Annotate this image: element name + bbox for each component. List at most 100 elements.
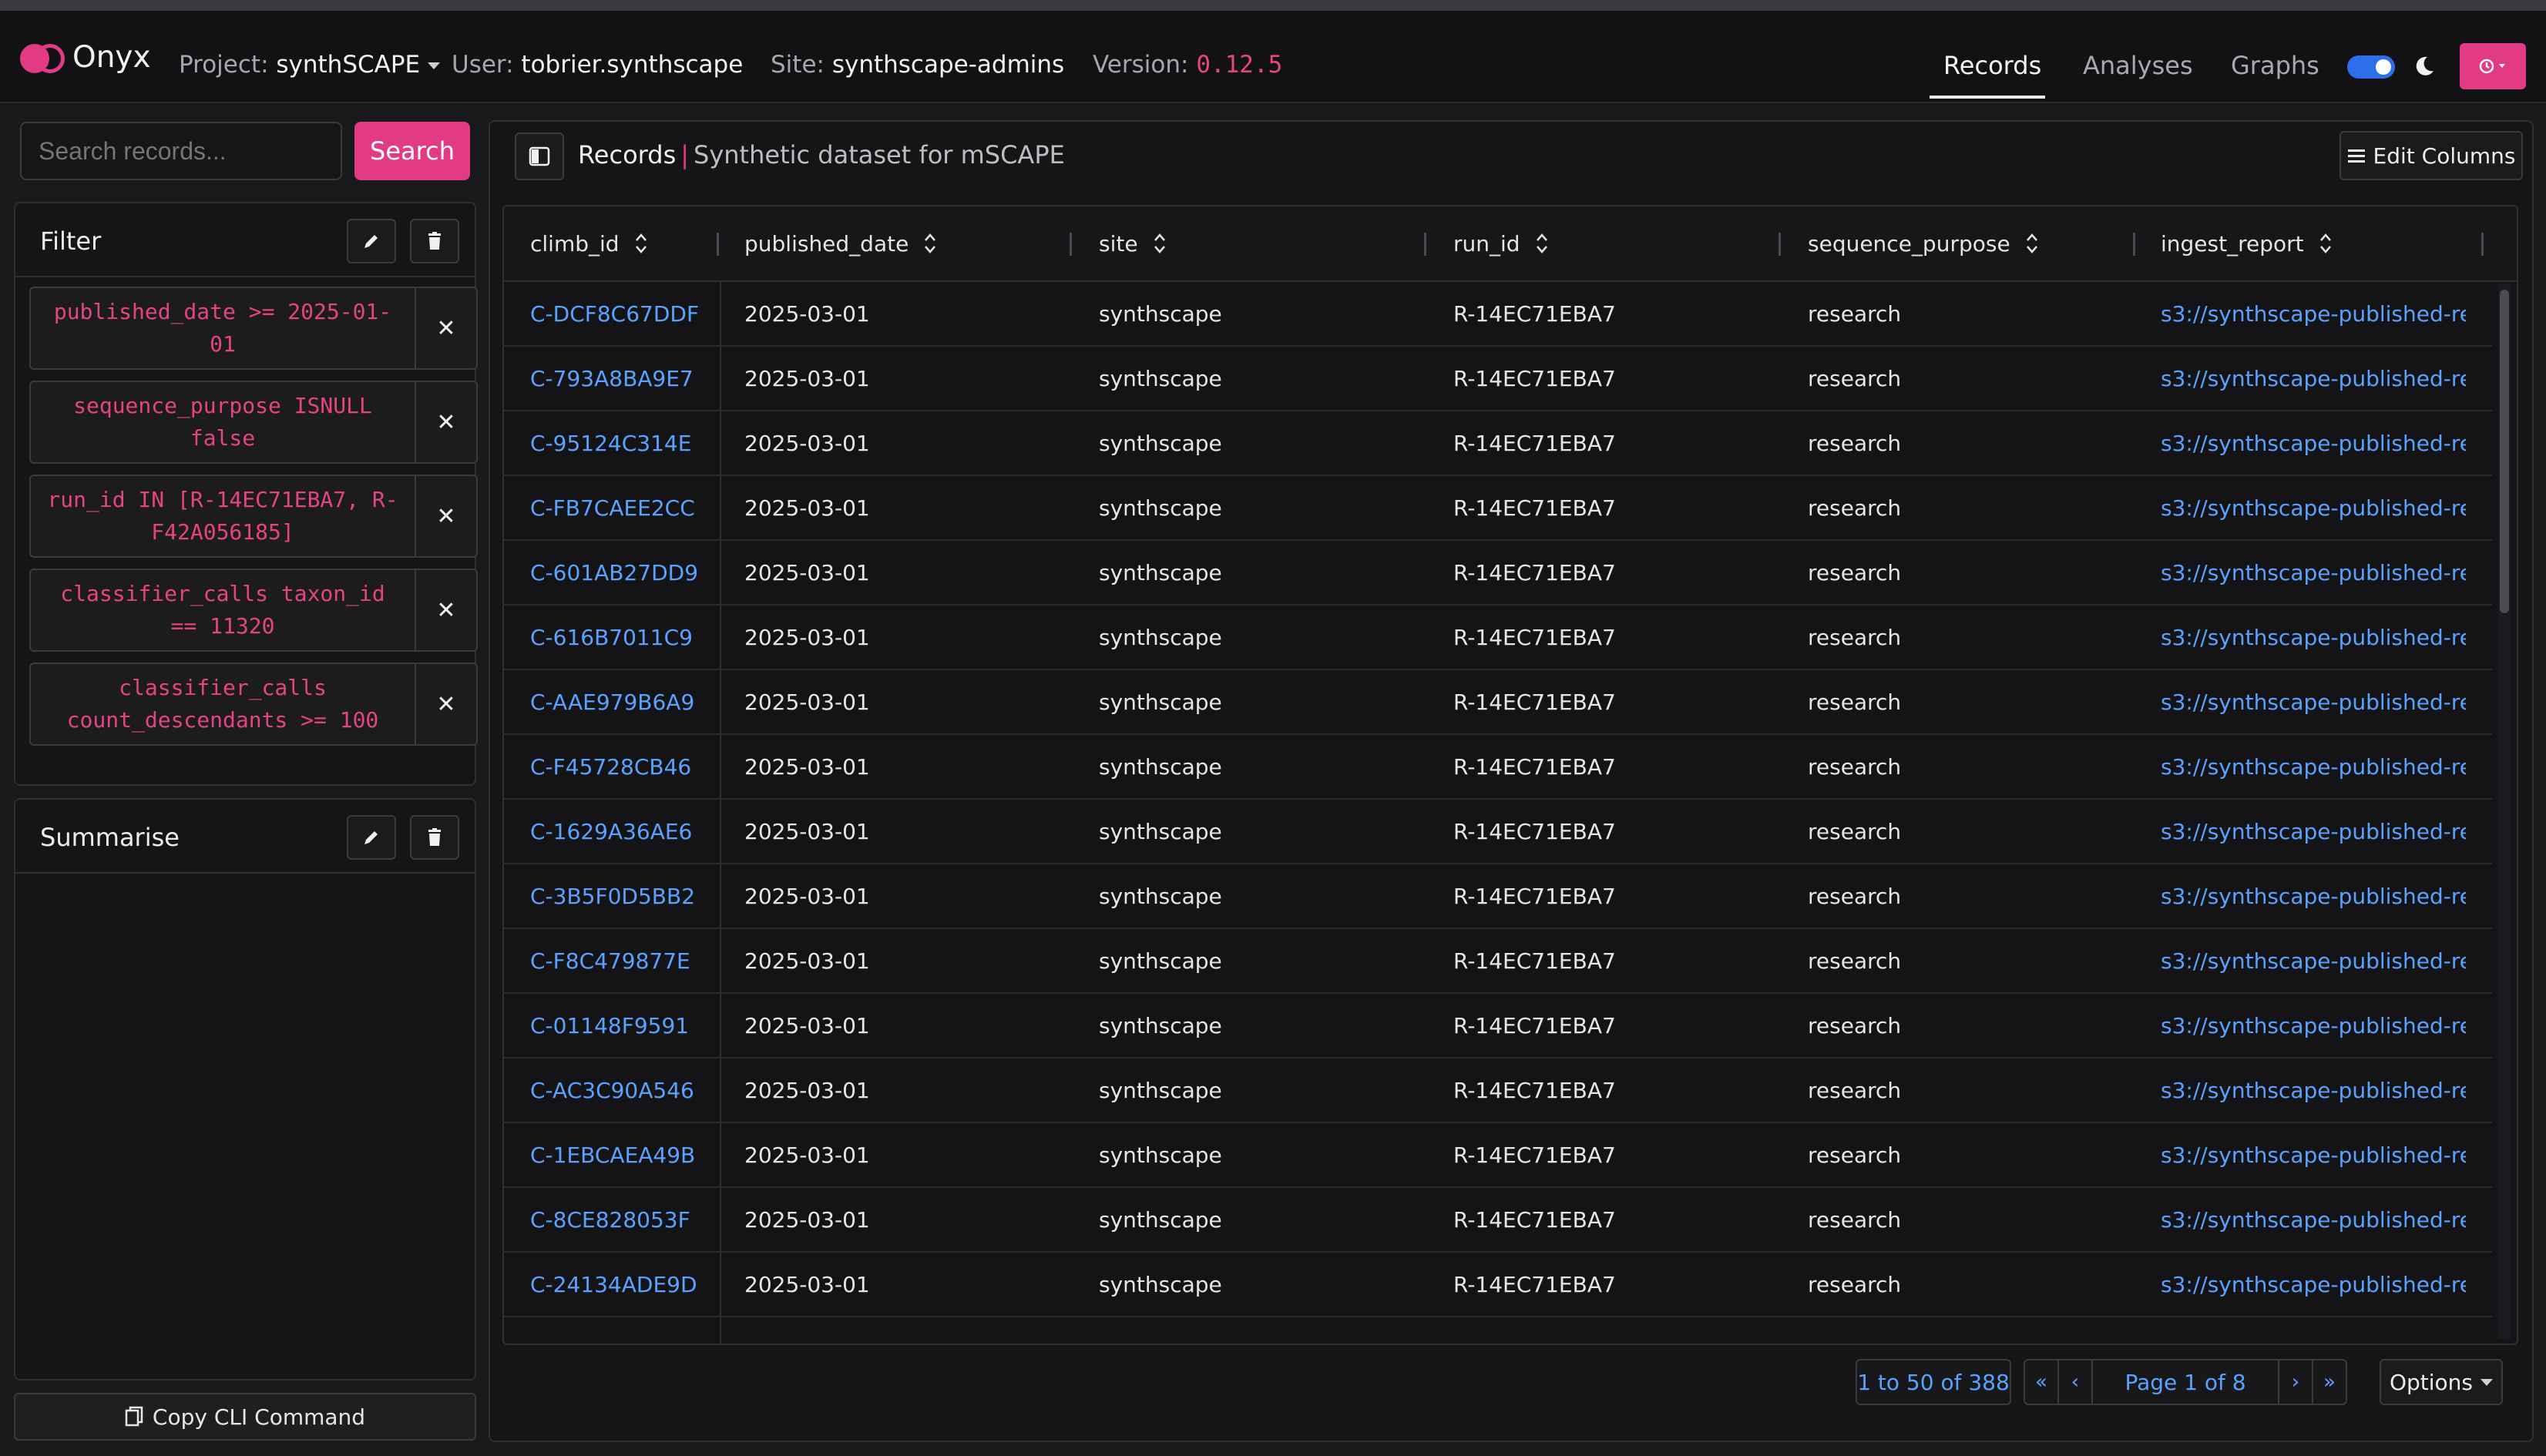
cell-climb-id[interactable]: C-1629A36AE6 <box>530 800 731 863</box>
summarise-delete-button[interactable] <box>410 815 459 860</box>
remove-filter-icon[interactable]: ✕ <box>415 382 476 462</box>
cell-climb-id[interactable]: C-AAE979B6A9 <box>530 670 731 733</box>
filter-expression[interactable]: classifier_calls taxon_id == 11320 <box>31 570 415 650</box>
column-header-published-date[interactable]: published_date <box>744 206 936 280</box>
filter-item[interactable]: classifier_calls taxon_id == 11320 ✕ <box>29 569 478 652</box>
sort-icon[interactable] <box>2319 233 2332 254</box>
filter-expression[interactable]: classifier_calls count_descendants >= 10… <box>31 664 415 744</box>
table-scrollbar[interactable] <box>2498 283 2511 1339</box>
edit-columns-button[interactable]: Edit Columns <box>2339 131 2523 180</box>
cell-ingest-report[interactable]: s3://synthscape-published-repo <box>2161 994 2466 1057</box>
table-row[interactable]: C-8CE828053F 2025-03-01 synthscape R-14EC71… <box>504 1188 2492 1253</box>
column-header-site[interactable]: site <box>1099 206 1166 280</box>
table-row[interactable]: C-601AB27DD9 2025-03-01 synthscape R-14EC71… <box>504 541 2492 606</box>
cell-climb-id[interactable]: C-FB7CAEE2CC <box>530 476 731 539</box>
cell-ingest-report[interactable]: s3://synthscape-published-repo <box>2161 1253 2466 1316</box>
column-header-sequence-purpose[interactable]: sequence_purpose <box>1808 206 2038 280</box>
cell-climb-id[interactable]: C-793A8BA9E7 <box>530 347 731 410</box>
table-row[interactable]: C-616B7011C9 2025-03-01 synthscape R-14EC71… <box>504 606 2492 670</box>
column-resize-handle[interactable] <box>1424 233 1426 256</box>
nav-link-analyses[interactable]: Analyses <box>2083 51 2193 80</box>
cell-climb-id[interactable]: C-3B5F0D5BB2 <box>530 864 731 928</box>
cell-climb-id[interactable]: C-24134ADE9D <box>530 1253 731 1316</box>
scrollbar-thumb[interactable] <box>2500 290 2509 613</box>
filter-item[interactable]: run_id IN [R-14EC71EBA7, R-F42A056185] ✕ <box>29 475 478 558</box>
table-row[interactable]: C-DCF8C67DDF 2025-03-01 synthscape R-14EC71… <box>504 282 2492 347</box>
history-button[interactable] <box>2460 43 2526 89</box>
column-header-ingest-report[interactable]: ingest_report <box>2161 206 2332 280</box>
table-row[interactable]: C-F45728CB46 2025-03-01 synthscape R-14EC71… <box>504 735 2492 800</box>
filter-item[interactable]: published_date >= 2025-01-01 ✕ <box>29 287 478 370</box>
column-resize-handle[interactable] <box>1070 233 1072 256</box>
table-row[interactable]: C-24134ADE9D 2025-03-01 synthscape R-14EC71… <box>504 1253 2492 1317</box>
sort-icon[interactable] <box>635 233 647 254</box>
cell-ingest-report[interactable]: s3://synthscape-published-repo <box>2161 411 2466 475</box>
cell-ingest-report[interactable]: s3://synthscape-published-repo <box>2161 541 2466 604</box>
column-header-run-id[interactable]: run_id <box>1453 206 1548 280</box>
cell-climb-id[interactable]: C-601AB27DD9 <box>530 541 731 604</box>
filter-edit-button[interactable] <box>347 219 396 263</box>
cell-ingest-report[interactable]: s3://synthscape-published-repo <box>2161 670 2466 733</box>
filter-item[interactable]: sequence_purpose ISNULL false ✕ <box>29 381 478 464</box>
table-row[interactable]: C-793A8BA9E7 2025-03-01 synthscape R-14EC71… <box>504 347 2492 411</box>
copy-cli-command-button[interactable]: Copy CLI Command <box>14 1393 476 1441</box>
cell-ingest-report[interactable]: s3://synthscape-published-repo <box>2161 282 2466 345</box>
cell-ingest-report[interactable]: s3://synthscape-published-repo <box>2161 347 2466 410</box>
column-header-climb-id[interactable]: climb_id <box>530 206 647 280</box>
table-row[interactable]: C-3B5F0D5BB2 2025-03-01 synthscape R-14EC71… <box>504 864 2492 929</box>
table-row[interactable]: C-F8C479877E 2025-03-01 synthscape R-14EC71… <box>504 929 2492 994</box>
project-selector[interactable]: Project: synthSCAPE <box>179 51 441 79</box>
summarise-edit-button[interactable] <box>347 815 396 860</box>
filter-expression[interactable]: run_id IN [R-14EC71EBA7, R-F42A056185] <box>31 476 415 556</box>
table-row[interactable]: C-1629A36AE6 2025-03-01 synthscape R-14EC71… <box>504 800 2492 864</box>
next-page-button[interactable]: › <box>2278 1359 2313 1405</box>
cell-ingest-report[interactable]: s3://synthscape-published-repo <box>2161 929 2466 992</box>
remove-filter-icon[interactable]: ✕ <box>415 288 476 368</box>
nav-link-graphs[interactable]: Graphs <box>2231 51 2319 80</box>
cell-ingest-report[interactable]: s3://synthscape-published-repo <box>2161 1188 2466 1251</box>
previous-page-button[interactable]: ‹ <box>2057 1359 2093 1405</box>
search-button[interactable]: Search <box>354 122 470 180</box>
remove-filter-icon[interactable]: ✕ <box>415 570 476 650</box>
nav-link-records[interactable]: Records <box>1943 51 2041 80</box>
dark-mode-toggle[interactable] <box>2347 55 2395 79</box>
table-row[interactable]: C-FB7CAEE2CC 2025-03-01 synthscape R-14EC71… <box>504 476 2492 541</box>
cell-ingest-report[interactable]: s3://synthscape-published-repo <box>2161 476 2466 539</box>
column-resize-handle[interactable] <box>2481 233 2484 256</box>
column-resize-handle[interactable] <box>717 233 719 256</box>
brand[interactable]: Onyx <box>20 40 151 75</box>
last-page-button[interactable]: » <box>2312 1359 2347 1405</box>
cell-ingest-report[interactable]: s3://synthscape-published-repo <box>2161 735 2466 798</box>
table-row[interactable]: C-1EBCAEA49B 2025-03-01 synthscape R-14EC71… <box>504 1123 2492 1188</box>
filter-expression[interactable]: sequence_purpose ISNULL false <box>31 382 415 462</box>
options-dropdown[interactable]: Options <box>2380 1359 2503 1405</box>
first-page-button[interactable]: « <box>2024 1359 2059 1405</box>
sort-icon[interactable] <box>1154 233 1166 254</box>
cell-climb-id[interactable]: C-1EBCAEA49B <box>530 1123 731 1186</box>
filter-item[interactable]: classifier_calls count_descendants >= 10… <box>29 663 478 746</box>
column-resize-handle[interactable] <box>2133 233 2135 256</box>
table-row[interactable]: C-AAE979B6A9 2025-03-01 synthscape R-14EC71… <box>504 670 2492 735</box>
cell-ingest-report[interactable]: s3://synthscape-published-repo <box>2161 606 2466 669</box>
search-records-input[interactable] <box>20 122 342 180</box>
cell-climb-id[interactable]: C-AC3C90A546 <box>530 1058 731 1122</box>
cell-ingest-report[interactable]: s3://synthscape-published-repo <box>2161 800 2466 863</box>
cell-climb-id[interactable]: C-95124C314E <box>530 411 731 475</box>
cell-ingest-report[interactable]: s3://synthscape-published-repo <box>2161 1123 2466 1186</box>
table-row[interactable]: C-01148F9591 2025-03-01 synthscape R-14EC71… <box>504 994 2492 1058</box>
table-row[interactable]: C-AC3C90A546 2025-03-01 synthscape R-14EC71… <box>504 1058 2492 1123</box>
filter-delete-button[interactable] <box>410 219 459 263</box>
cell-climb-id[interactable]: C-F8C479877E <box>530 929 731 992</box>
column-resize-handle[interactable] <box>1779 233 1781 256</box>
remove-filter-icon[interactable]: ✕ <box>415 476 476 556</box>
table-row[interactable]: C-95124C314E 2025-03-01 synthscape R-14EC71… <box>504 411 2492 476</box>
cell-ingest-report[interactable]: s3://synthscape-published-repo <box>2161 1058 2466 1122</box>
cell-climb-id[interactable]: C-DCF8C67DDF <box>530 282 731 345</box>
sort-icon[interactable] <box>2026 233 2038 254</box>
sort-icon[interactable] <box>1536 233 1548 254</box>
sidebar-toggle-button[interactable] <box>515 133 564 180</box>
cell-climb-id[interactable]: C-F45728CB46 <box>530 735 731 798</box>
remove-filter-icon[interactable]: ✕ <box>415 664 476 744</box>
cell-climb-id[interactable]: C-01148F9591 <box>530 994 731 1057</box>
filter-expression[interactable]: published_date >= 2025-01-01 <box>31 288 415 368</box>
